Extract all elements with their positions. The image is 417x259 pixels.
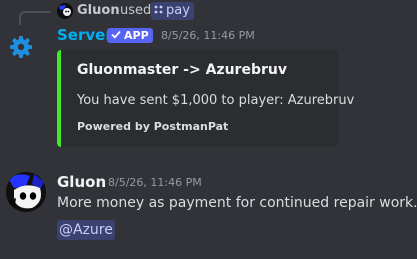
reply-avatar[interactable] bbox=[57, 3, 73, 19]
user-avatar[interactable] bbox=[6, 172, 46, 212]
message-text: More money as payment for continued repa… bbox=[57, 195, 417, 211]
user-timestamp[interactable]: 8/5/26, 11:46 PM bbox=[108, 176, 202, 190]
checkmark-icon bbox=[111, 28, 121, 43]
bot-author-name[interactable]: Server bbox=[57, 25, 113, 45]
reply-username[interactable]: Gluon bbox=[77, 3, 120, 19]
slash-command-icon bbox=[154, 2, 163, 20]
bot-timestamp[interactable]: 8/5/26, 11:46 PM bbox=[161, 29, 255, 43]
gear-icon[interactable] bbox=[8, 34, 34, 60]
embed-footer: Powered by PostmanPat bbox=[77, 120, 229, 133]
reply-spine bbox=[19, 11, 51, 25]
embed-description: You have sent $1,000 to player: Azurebru… bbox=[77, 93, 355, 108]
user-mention[interactable]: @Azure bbox=[57, 220, 115, 240]
user-author-name[interactable]: Gluon bbox=[57, 172, 106, 192]
embed-title: Gluonmaster -> Azurebruv bbox=[77, 62, 287, 78]
reply-used-text: used bbox=[120, 3, 152, 18]
command-pill[interactable]: pay bbox=[151, 2, 194, 20]
payment-embed: Gluonmaster -> Azurebruv You have sent $… bbox=[57, 50, 354, 147]
command-name: pay bbox=[166, 3, 190, 18]
app-badge-label: APP bbox=[124, 29, 149, 42]
app-badge: APP bbox=[107, 28, 153, 43]
